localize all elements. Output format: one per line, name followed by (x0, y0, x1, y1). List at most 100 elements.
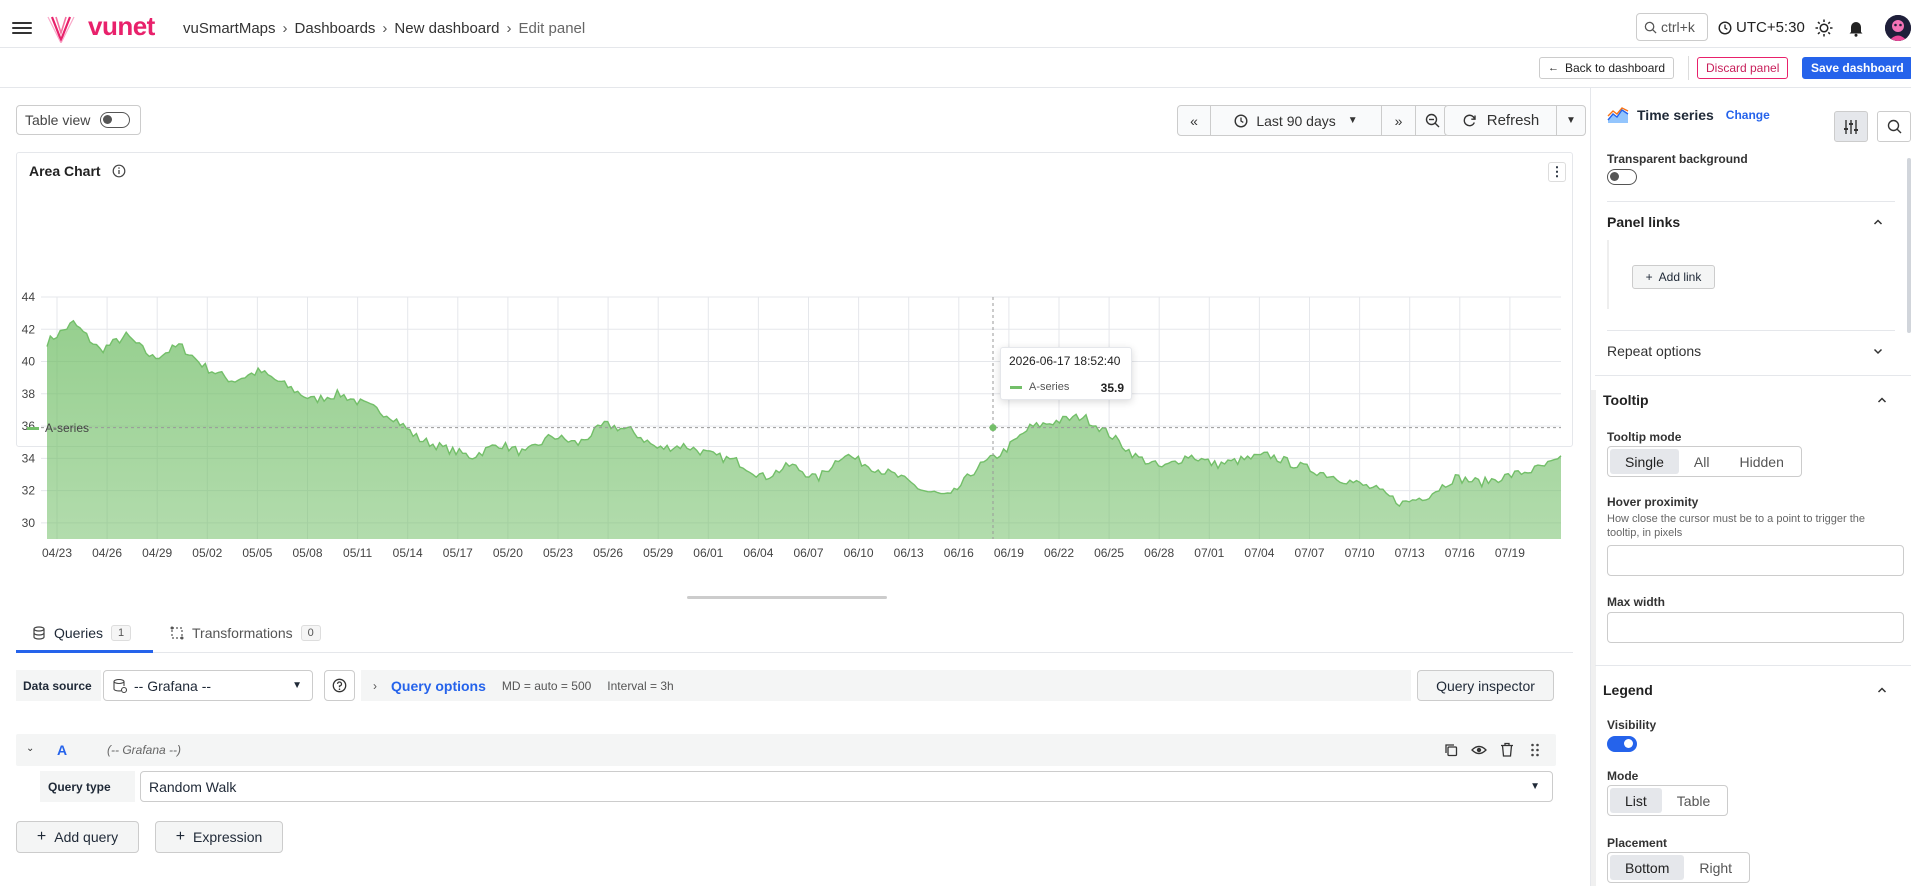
table-view-label: Table view (25, 112, 91, 128)
trash-icon[interactable] (1500, 742, 1514, 757)
query-options-label[interactable]: Query options (391, 678, 486, 694)
transparent-background-switch[interactable] (1607, 169, 1637, 185)
expression-label: Expression (193, 829, 263, 845)
sliders-icon (1844, 119, 1858, 134)
chevron-right-icon: › (373, 678, 377, 693)
menu-icon[interactable] (12, 19, 32, 35)
repeat-options-header[interactable]: Repeat options (1607, 343, 1701, 359)
breadcrumb: vuSmartMaps › Dashboards › New dashboard › … (183, 20, 585, 37)
collapse-chevron-icon[interactable]: ⌄ (26, 743, 34, 754)
breadcrumb-dashboards[interactable]: Dashboards (295, 20, 376, 37)
drag-handle-icon[interactable] (1530, 742, 1540, 758)
chevron-up-icon[interactable] (1877, 685, 1887, 695)
brand-name: vunet (88, 11, 155, 41)
legend-placement-right[interactable]: Right (1684, 855, 1747, 880)
table-view-toggle[interactable]: Table view (16, 105, 141, 135)
refresh-button[interactable]: Refresh (1444, 105, 1557, 136)
x-tick-label: 04/26 (92, 546, 122, 560)
panel-resize-handle[interactable] (687, 596, 887, 599)
chevron-up-icon[interactable] (1873, 217, 1883, 227)
tooltip-section-header[interactable]: Tooltip (1603, 392, 1649, 408)
data-source-row: Data source -- Grafana -- ▼ › Query opti… (16, 670, 1573, 701)
divider (1595, 375, 1911, 376)
query-type-label: Query type (40, 771, 135, 802)
search-options-button[interactable] (1877, 111, 1911, 142)
breadcrumb-vusmartmaps[interactable]: vuSmartMaps (183, 20, 276, 37)
options-view-button[interactable] (1834, 111, 1868, 142)
table-view-switch[interactable] (100, 112, 131, 128)
hover-point (989, 424, 997, 432)
x-tick-label: 07/07 (1294, 546, 1324, 560)
chart-legend[interactable]: A-series (27, 421, 89, 435)
breadcrumb-new-dashboard[interactable]: New dashboard (394, 20, 499, 37)
time-back-button[interactable]: « (1177, 105, 1211, 136)
panel-menu-icon[interactable]: ⋮ (1548, 162, 1566, 182)
x-tick-label: 05/26 (593, 546, 623, 560)
legend-mode-label: Mode (1607, 769, 1639, 783)
legend-placement-bottom[interactable]: Bottom (1610, 855, 1685, 880)
query-type-select[interactable]: Random Walk ▼ (140, 771, 1553, 802)
duplicate-icon[interactable] (1444, 743, 1458, 757)
options-scrollbar[interactable] (1907, 158, 1911, 333)
y-tick-label: 38 (22, 387, 36, 401)
query-options-bar[interactable]: › Query options MD = auto = 500 Interval… (361, 670, 1411, 701)
y-tick-label: 40 (22, 355, 36, 369)
legend-mode-selector: List Table (1607, 785, 1729, 816)
change-viz-link[interactable]: Change (1726, 108, 1770, 122)
x-tick-label: 07/10 (1345, 546, 1375, 560)
chevron-up-icon[interactable] (1877, 395, 1887, 405)
x-tick-label: 06/22 (1044, 546, 1074, 560)
add-query-button[interactable]: + Add query (16, 821, 139, 853)
save-dashboard-button[interactable]: Save dashboard (1802, 57, 1911, 79)
breadcrumb-separator-icon: › (382, 20, 388, 37)
eye-icon[interactable] (1471, 743, 1487, 757)
legend-section-header[interactable]: Legend (1603, 682, 1653, 698)
time-forward-button[interactable]: » (1381, 105, 1416, 136)
timezone-button[interactable]: UTC+5:30 (1718, 19, 1805, 36)
add-link-button[interactable]: + Add link (1632, 265, 1715, 289)
legend-placement-selector: Bottom Right (1607, 852, 1751, 883)
zoom-out-icon (1425, 113, 1439, 128)
tooltip-mode-hidden[interactable]: Hidden (1724, 449, 1798, 474)
legend-visibility-switch[interactable] (1607, 736, 1637, 752)
top-bar: vunet vuSmartMaps › Dashboards › New dashb… (0, 7, 1911, 48)
y-tick-label: 30 (22, 516, 36, 530)
search-icon (1887, 119, 1901, 134)
query-inspector-button[interactable]: Query inspector (1417, 670, 1554, 701)
refresh-interval-dropdown[interactable]: ▼ (1556, 105, 1586, 136)
legend-label: A-series (45, 421, 90, 435)
timezone-label: UTC+5:30 (1736, 19, 1805, 36)
visualization-picker[interactable]: Time series Change (1607, 98, 1871, 132)
tab-transformations[interactable]: Transformations 0 (170, 625, 321, 641)
search-button[interactable]: ctrl+k (1636, 13, 1708, 41)
series-line (46, 319, 1562, 508)
info-icon[interactable] (112, 164, 126, 178)
time-range-picker[interactable]: Last 90 days ▼ (1210, 105, 1382, 136)
query-name[interactable]: A (57, 742, 67, 758)
divider (1607, 201, 1895, 202)
legend-visibility-label: Visibility (1607, 718, 1657, 732)
legend-mode-list[interactable]: List (1610, 788, 1662, 813)
legend-mode-table[interactable]: Table (1662, 788, 1725, 813)
data-source-picker[interactable]: -- Grafana -- ▼ (103, 670, 313, 701)
legend-swatch (27, 426, 39, 430)
x-tick-label: 07/13 (1395, 546, 1425, 560)
back-to-dashboard-button[interactable]: ← Back to dashboard (1539, 57, 1675, 79)
chevron-down-icon[interactable] (1873, 346, 1883, 356)
max-width-input[interactable] (1607, 612, 1904, 643)
avatar[interactable] (1885, 15, 1911, 41)
interval-text: Interval = 3h (607, 678, 674, 693)
add-expression-button[interactable]: + Expression (155, 821, 283, 853)
divider (1595, 665, 1911, 666)
sun-icon[interactable] (1815, 19, 1833, 37)
tab-queries[interactable]: Queries 1 (32, 625, 132, 641)
discard-panel-button[interactable]: Discard panel (1697, 57, 1789, 79)
tooltip-mode-single[interactable]: Single (1610, 449, 1679, 474)
panel-links-header[interactable]: Panel links (1607, 214, 1680, 230)
hover-proximity-input[interactable] (1607, 545, 1904, 576)
x-axis: 04/23 04/26 04/29 05/02 05/05 05/08 05/11 05/14… (42, 546, 1525, 560)
tooltip-swatch (1010, 386, 1022, 389)
bell-icon[interactable] (1847, 19, 1865, 37)
tooltip-mode-all[interactable]: All (1679, 449, 1725, 474)
data-source-help-button[interactable] (324, 670, 355, 701)
